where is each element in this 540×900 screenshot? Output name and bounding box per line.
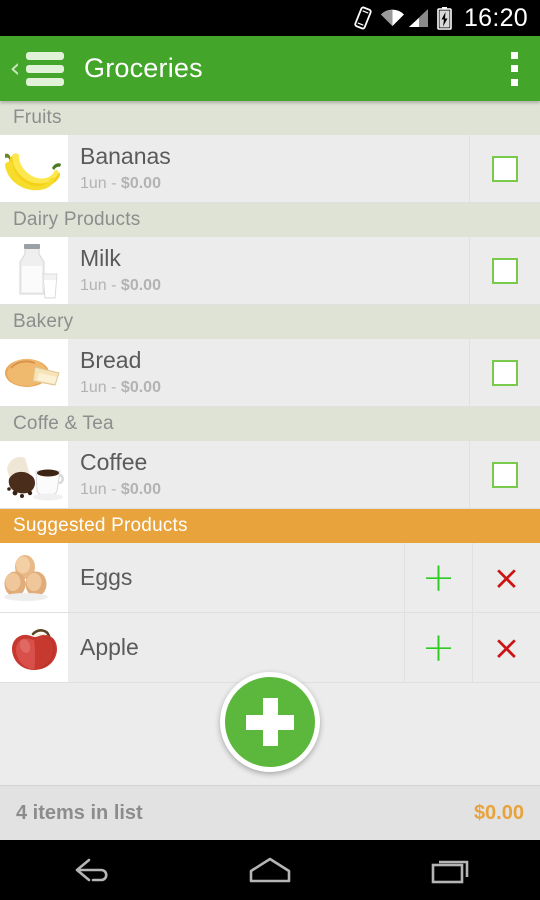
- item-name: Milk: [80, 245, 121, 272]
- app-toolbar: ‹ Groceries: [0, 36, 540, 101]
- category-header: Fruits: [0, 101, 540, 135]
- back-nav-button[interactable]: [30, 840, 150, 900]
- item-checkbox-cell[interactable]: [470, 237, 540, 304]
- suggested-item-name: Apple: [68, 613, 405, 682]
- item-qty: 1un -: [80, 276, 121, 294]
- plus-icon-vertical: [262, 698, 278, 746]
- plus-icon: +: [421, 624, 456, 671]
- milk-image: [0, 237, 68, 304]
- item-name: Bread: [80, 347, 142, 374]
- coffee-image: [0, 441, 68, 508]
- list-item[interactable]: Coffee 1un - $0.00: [0, 441, 540, 509]
- total-price-label: $0.00: [473, 801, 524, 824]
- item-qty: 1un -: [80, 174, 121, 192]
- status-bar: 16:20: [0, 0, 540, 36]
- dismiss-suggested-button[interactable]: ×: [473, 543, 540, 612]
- add-item-fab[interactable]: [220, 672, 320, 772]
- item-checkbox[interactable]: [492, 155, 518, 182]
- item-count-label: 4 items in list: [16, 801, 143, 824]
- android-navigation-bar: [0, 840, 540, 900]
- list-item[interactable]: Bread 1un - $0.00: [0, 339, 540, 407]
- list-summary-bar: 4 items in list $0.00: [0, 785, 540, 840]
- item-checkbox-cell[interactable]: [470, 135, 540, 202]
- item-checkbox[interactable]: [492, 359, 518, 386]
- item-text-block: Bread 1un - $0.00: [68, 339, 470, 406]
- battery-charging-icon: [437, 6, 452, 30]
- close-icon: ×: [492, 558, 521, 597]
- close-icon: ×: [492, 628, 521, 667]
- signal-icon: [407, 8, 429, 28]
- item-text-block: Milk 1un - $0.00: [68, 237, 470, 304]
- item-qty: 1un -: [80, 378, 121, 396]
- vibrate-icon: [354, 6, 372, 30]
- list-item[interactable]: Milk 1un - $0.00: [0, 237, 540, 305]
- item-price: $0.00: [120, 174, 161, 192]
- item-text-block: Coffee 1un - $0.00: [68, 441, 470, 508]
- apple-image: [0, 613, 68, 682]
- item-text-block: Bananas 1un - $0.00: [68, 135, 470, 202]
- recents-nav-button[interactable]: [390, 840, 510, 900]
- item-price: $0.00: [120, 276, 161, 294]
- item-checkbox[interactable]: [492, 461, 518, 488]
- recents-nav-icon: [431, 860, 469, 884]
- bread-image: [0, 339, 68, 406]
- add-suggested-button[interactable]: +: [405, 543, 473, 612]
- category-header: Bakery: [0, 305, 540, 339]
- add-suggested-button[interactable]: +: [405, 613, 473, 682]
- item-checkbox[interactable]: [492, 257, 518, 284]
- hamburger-icon[interactable]: [26, 51, 64, 86]
- page-title: Groceries: [84, 53, 203, 83]
- item-subtitle: 1un - $0.00: [80, 481, 469, 499]
- status-bar-clock: 16:20: [463, 3, 528, 32]
- home-nav-button[interactable]: [210, 840, 330, 900]
- eggs-image: [0, 543, 68, 612]
- item-price: $0.00: [120, 378, 161, 396]
- wifi-icon: [380, 8, 405, 28]
- item-checkbox-cell[interactable]: [470, 441, 540, 508]
- overflow-menu-icon[interactable]: [510, 51, 518, 86]
- dismiss-suggested-button[interactable]: ×: [473, 613, 540, 682]
- item-subtitle: 1un - $0.00: [80, 277, 469, 295]
- bananas-image: [0, 135, 68, 202]
- item-price: $0.00: [120, 480, 161, 498]
- back-nav-icon: [75, 858, 108, 882]
- item-checkbox-cell[interactable]: [470, 339, 540, 406]
- category-header: Coffe & Tea: [0, 407, 540, 441]
- list-item[interactable]: Bananas 1un - $0.00: [0, 135, 540, 203]
- item-subtitle: 1un - $0.00: [80, 379, 469, 397]
- item-name: Bananas: [80, 143, 171, 170]
- item-qty: 1un -: [80, 480, 121, 498]
- back-chevron-icon[interactable]: ‹: [5, 55, 25, 82]
- item-subtitle: 1un - $0.00: [80, 175, 469, 193]
- item-name: Coffee: [80, 449, 148, 476]
- home-nav-icon: [249, 857, 291, 883]
- suggested-item-row[interactable]: Eggs + ×: [0, 543, 540, 613]
- suggested-item-name: Eggs: [68, 543, 405, 612]
- category-header: Dairy Products: [0, 203, 540, 237]
- suggested-products-header: Suggested Products: [0, 509, 540, 543]
- phone-screen: 16:20 ‹ Groceries Fruits Bananas 1un - $…: [0, 0, 540, 900]
- plus-icon: +: [421, 554, 456, 601]
